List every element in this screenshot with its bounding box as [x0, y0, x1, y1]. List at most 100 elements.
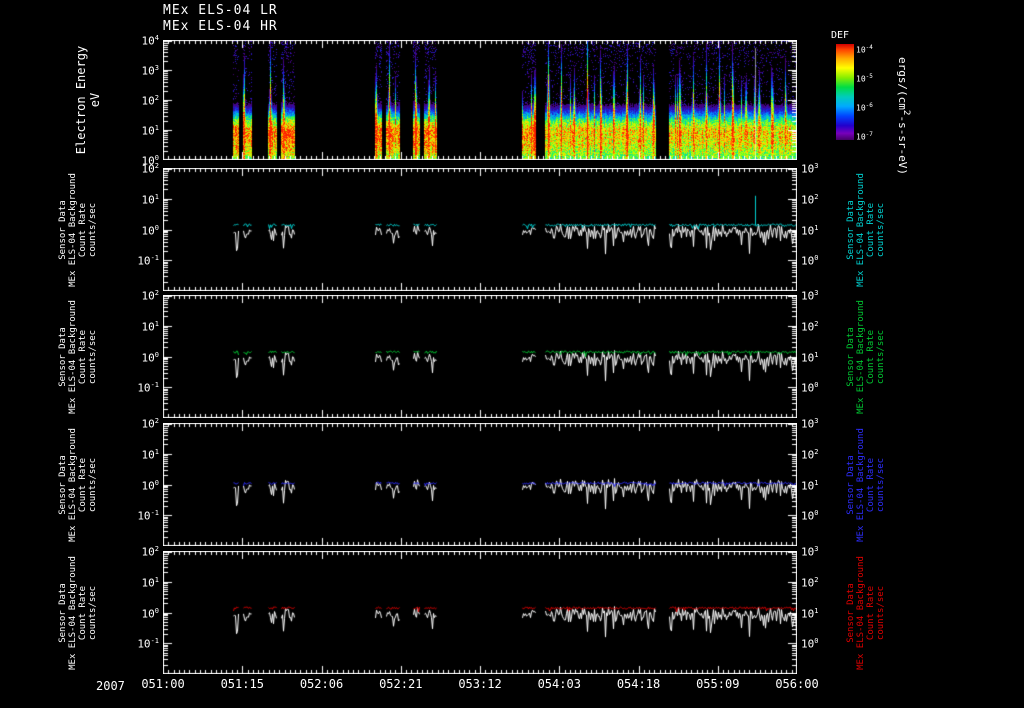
axis-label-line: MEx ELS-04 Background	[68, 172, 78, 287]
axis-label-line: MEx ELS-04 Background	[68, 299, 78, 414]
left-y-tick-label: 10-1	[137, 637, 159, 651]
els-plot-root: MEx ELS-04 LR MEx ELS-04 HR Electron Ene…	[0, 0, 1024, 708]
right-y-tick-label: 102	[801, 319, 819, 334]
right-y-tick-label: 100	[801, 637, 819, 651]
count-rate-panel-green-canvas	[163, 295, 797, 418]
panel-2-left-axis-label: Sensor Data MEx ELS-04 Background Count Ra…	[58, 173, 98, 287]
panel-5-right-axis-label: Sensor Data MEx ELS-04 Background Count Ra…	[846, 556, 886, 670]
ev-units-label: eV	[88, 92, 102, 108]
x-tick-label: 052:21	[379, 677, 423, 691]
panel-3-right-axis-label: Sensor Data MEx ELS-04 Background Count Ra…	[846, 300, 886, 414]
right-y-tick-label: 100	[801, 509, 819, 523]
axis-label-line: Sensor Data	[846, 326, 856, 387]
left-y-tick-label: 101	[141, 319, 159, 334]
axis-label-line: MEx ELS-04 Background	[856, 299, 866, 414]
axis-label-line: Sensor Data	[846, 454, 856, 515]
spectrogram-y-tick-label: 104	[141, 34, 159, 48]
left-y-tick-label: 10-1	[137, 381, 159, 395]
x-tick-label: 056:00	[775, 677, 819, 691]
left-y-tick-label: 10-1	[137, 254, 159, 268]
left-y-tick-label: 101	[141, 447, 159, 462]
right-y-tick-label: 103	[801, 162, 819, 176]
x-tick-label: 051:00	[141, 677, 185, 691]
spectrogram-canvas	[163, 40, 797, 160]
right-y-tick-label: 103	[801, 417, 819, 431]
axis-label-line: Count Rate	[866, 585, 876, 640]
colorbar-tick-label: 10-5	[856, 73, 873, 84]
plot-title-lr: MEx ELS-04 LR	[163, 3, 278, 18]
left-y-tick-label: 101	[141, 192, 159, 207]
axis-label-line: Sensor Data	[846, 199, 856, 260]
left-y-tick-label: 102	[141, 162, 159, 176]
right-y-tick-label: 101	[801, 478, 819, 493]
right-y-tick-label: 102	[801, 447, 819, 462]
axis-label-line: Count Rate	[866, 457, 876, 512]
left-y-tick-label: 10-1	[137, 509, 159, 523]
panel-2-right-axis-label: Sensor Data MEx ELS-04 Background Count Ra…	[846, 173, 886, 287]
axis-label-line: counts/sec	[876, 202, 886, 257]
right-y-tick-label: 101	[801, 606, 819, 621]
right-y-tick-label: 103	[801, 289, 819, 303]
plot-title-hr: MEx ELS-04 HR	[163, 19, 278, 34]
axis-label-line: counts/sec	[88, 585, 98, 640]
spectrogram-y-axis-label: Electron Energy eV	[74, 46, 102, 154]
panel-4-right-axis-label: Sensor Data MEx ELS-04 Background Count Ra…	[846, 428, 886, 542]
left-y-tick-label: 100	[141, 350, 159, 365]
left-y-tick-label: 100	[141, 478, 159, 493]
right-y-tick-label: 102	[801, 575, 819, 590]
right-y-tick-label: 101	[801, 223, 819, 238]
left-y-tick-label: 100	[141, 223, 159, 238]
colorbar-tick-label: 10-6	[856, 102, 873, 113]
x-tick-label: 054:03	[537, 677, 581, 691]
left-y-tick-label: 102	[141, 417, 159, 431]
colorbar	[836, 44, 854, 140]
x-tick-label: 052:06	[299, 677, 344, 691]
axis-label-line: counts/sec	[876, 585, 886, 640]
panel-4-left-axis-label: Sensor Data MEx ELS-04 Background Count Ra…	[58, 428, 98, 542]
axis-label-line: counts/sec	[88, 457, 98, 512]
axis-label-line: Count Rate	[78, 457, 88, 512]
count-rate-panel-blue-canvas	[163, 423, 797, 546]
panel-3-left-axis-label: Sensor Data MEx ELS-04 Background Count Ra…	[58, 300, 98, 414]
right-y-tick-label: 103	[801, 545, 819, 559]
count-rate-panel-cyan-canvas	[163, 168, 797, 291]
axis-label-line: Sensor Data	[58, 454, 68, 515]
axis-label-line: Sensor Data	[58, 326, 68, 387]
spectrogram-y-tick-label: 102	[141, 94, 159, 108]
x-tick-label: 053:12	[458, 677, 502, 691]
right-y-tick-label: 100	[801, 254, 819, 268]
axis-label-line: MEx ELS-04 Background	[68, 427, 78, 542]
axis-label-line: Sensor Data	[58, 199, 68, 260]
axis-label-line: Count Rate	[78, 329, 88, 384]
right-y-tick-label: 101	[801, 350, 819, 365]
axis-label-line: counts/sec	[876, 457, 886, 512]
x-tick-label: 055:09	[696, 677, 740, 691]
colorbar-units-label: ergs/(cm2-s-sr-eV)	[896, 56, 912, 176]
spectrogram-y-tick-label: 101	[141, 124, 159, 138]
axis-label-line: Count Rate	[866, 202, 876, 257]
axis-label-line: MEx ELS-04 Background	[68, 555, 78, 670]
left-y-tick-label: 101	[141, 575, 159, 590]
x-axis-year-label: 2007	[96, 679, 125, 693]
x-tick-label: 054:18	[616, 677, 661, 691]
axis-label-line: Count Rate	[866, 329, 876, 384]
axis-label-line: counts/sec	[88, 329, 98, 384]
axis-label-line: MEx ELS-04 Background	[856, 427, 866, 542]
right-y-tick-label: 100	[801, 381, 819, 395]
axis-label-line: MEx ELS-04 Background	[856, 172, 866, 287]
axis-label-line: Sensor Data	[846, 582, 856, 643]
left-y-tick-label: 102	[141, 545, 159, 559]
colorbar-tick-label: 10-7	[856, 131, 873, 142]
spectrogram-y-tick-label: 103	[141, 64, 159, 78]
panel-5-left-axis-label: Sensor Data MEx ELS-04 Background Count Ra…	[58, 556, 98, 670]
right-y-tick-label: 102	[801, 192, 819, 207]
count-rate-panel-red-canvas	[163, 551, 797, 674]
axis-label-line: counts/sec	[88, 202, 98, 257]
axis-label-line: counts/sec	[876, 329, 886, 384]
left-y-tick-label: 102	[141, 289, 159, 303]
colorbar-def-label: DEF	[831, 30, 850, 41]
left-y-tick-label: 100	[141, 606, 159, 621]
axis-label-line: Count Rate	[78, 202, 88, 257]
electron-energy-label: Electron Energy	[74, 45, 88, 155]
axis-label-line: Count Rate	[78, 585, 88, 640]
